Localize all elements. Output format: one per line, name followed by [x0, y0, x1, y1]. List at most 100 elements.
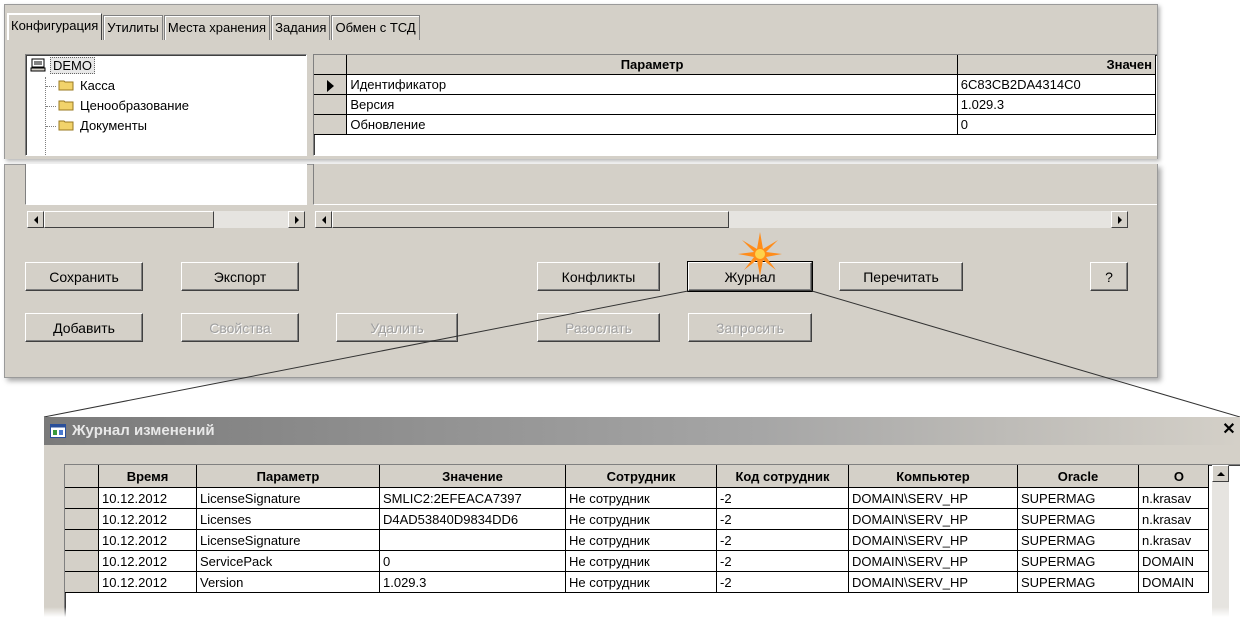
table-row[interactable]: 10.12.2012 LicenseSignature Не сотрудник…	[65, 529, 1209, 551]
cell-param[interactable]: LicenseSignature	[196, 529, 380, 551]
col-header-param[interactable]: Параметр	[346, 55, 958, 75]
properties-button[interactable]: Свойства	[181, 313, 299, 342]
journal-grid[interactable]: Время Параметр Значение Сотрудник Код со…	[64, 464, 1240, 617]
cell-computer[interactable]: DOMAIN\SERV_HP	[848, 508, 1018, 530]
send-button[interactable]: Разослать	[537, 313, 660, 342]
save-button[interactable]: Сохранить	[25, 262, 143, 291]
config-grid[interactable]: Параметр Значен Идентификатор 6C83CB2DA4…	[313, 54, 1157, 156]
scroll-thumb[interactable]	[44, 211, 214, 228]
tree-node-root[interactable]: DEMO	[30, 57, 95, 75]
cell-os-user[interactable]: DOMAIN	[1138, 571, 1209, 593]
cell-os-user[interactable]: n.krasav	[1138, 508, 1209, 530]
computer-icon	[30, 58, 46, 72]
cell-employee-code[interactable]: -2	[716, 571, 849, 593]
scroll-up-button[interactable]	[1212, 465, 1229, 482]
cell-time[interactable]: 10.12.2012	[98, 487, 197, 509]
tab-tsd-exchange[interactable]: Обмен с ТСД	[331, 15, 420, 40]
cell-employee[interactable]: Не сотрудник	[565, 508, 717, 530]
scroll-left-button[interactable]	[27, 211, 44, 228]
cell-oracle[interactable]: SUPERMAG	[1017, 487, 1139, 509]
arrow-left-icon	[321, 215, 326, 224]
col-header-time[interactable]: Время	[98, 465, 197, 488]
cell-param[interactable]: ServicePack	[196, 550, 380, 572]
cell-computer[interactable]: DOMAIN\SERV_HP	[848, 550, 1018, 572]
scroll-left-button[interactable]	[315, 211, 332, 228]
table-row[interactable]: Версия 1.029.3	[314, 94, 1157, 115]
cell-computer[interactable]: DOMAIN\SERV_HP	[848, 571, 1018, 593]
cell-employee[interactable]: Не сотрудник	[565, 550, 717, 572]
cell-employee[interactable]: Не сотрудник	[565, 529, 717, 551]
cell-os-user[interactable]: n.krasav	[1138, 529, 1209, 551]
add-button[interactable]: Добавить	[25, 313, 143, 342]
cell-employee[interactable]: Не сотрудник	[565, 487, 717, 509]
cell-os-user[interactable]: DOMAIN	[1138, 550, 1209, 572]
col-header-computer[interactable]: Компьютер	[848, 465, 1018, 488]
table-row[interactable]: Идентификатор 6C83CB2DA4314C0	[314, 74, 1157, 95]
tab-tasks[interactable]: Задания	[271, 15, 331, 40]
cell-value[interactable]: SMLIC2:2EFEACA7397	[379, 487, 566, 509]
col-header-os-user[interactable]: O	[1138, 465, 1209, 488]
cell-param[interactable]: Обновление	[346, 114, 958, 135]
cell-oracle[interactable]: SUPERMAG	[1017, 529, 1139, 551]
col-header-employee[interactable]: Сотрудник	[565, 465, 717, 488]
close-icon[interactable]: ✕	[1220, 421, 1238, 439]
reread-button[interactable]: Перечитать	[839, 262, 963, 291]
scroll-thumb[interactable]	[332, 211, 729, 228]
tree-hscrollbar[interactable]	[27, 211, 305, 228]
cell-value[interactable]: 6C83CB2DA4314C0	[956, 74, 1157, 95]
cell-value[interactable]	[379, 529, 566, 551]
grid-hscrollbar[interactable]	[315, 211, 1128, 228]
config-tree[interactable]: DEMO Касса Ценообразование Документы	[25, 54, 307, 156]
scroll-right-button[interactable]	[288, 211, 305, 228]
help-button[interactable]: ?	[1090, 262, 1128, 291]
cell-value[interactable]: 1.029.3	[379, 571, 566, 593]
cell-value[interactable]: 0	[956, 114, 1157, 135]
request-button[interactable]: Запросить	[688, 313, 812, 342]
cell-oracle[interactable]: SUPERMAG	[1017, 508, 1139, 530]
journal-window: Журнал изменений ✕ Время Параметр Значен…	[44, 417, 1240, 617]
cell-param[interactable]: Идентификатор	[346, 74, 958, 95]
cell-employee[interactable]: Не сотрудник	[565, 571, 717, 593]
cell-param[interactable]: Версия	[346, 94, 958, 115]
col-header-oracle[interactable]: Oracle	[1017, 465, 1139, 488]
table-row[interactable]: 10.12.2012 ServicePack 0 Не сотрудник -2…	[65, 550, 1209, 572]
cell-time[interactable]: 10.12.2012	[98, 571, 197, 593]
journal-vscrollbar[interactable]	[1212, 465, 1229, 617]
cell-time[interactable]: 10.12.2012	[98, 529, 197, 551]
cell-param[interactable]: Version	[196, 571, 380, 593]
delete-button[interactable]: Удалить	[336, 313, 458, 342]
cell-employee-code[interactable]: -2	[716, 550, 849, 572]
cell-oracle[interactable]: SUPERMAG	[1017, 550, 1139, 572]
tree-node-documents[interactable]: Документы	[58, 117, 149, 135]
col-header-employee-code[interactable]: Код сотрудник	[716, 465, 849, 488]
cell-employee-code[interactable]: -2	[716, 529, 849, 551]
tree-node-pricing[interactable]: Ценообразование	[58, 97, 191, 115]
conflicts-button[interactable]: Конфликты	[537, 262, 660, 291]
cell-employee-code[interactable]: -2	[716, 508, 849, 530]
scroll-right-button[interactable]	[1111, 211, 1128, 228]
tree-node-kassa[interactable]: Касса	[58, 77, 117, 95]
cell-oracle[interactable]: SUPERMAG	[1017, 571, 1139, 593]
table-row[interactable]: Обновление 0	[314, 114, 1157, 135]
cell-time[interactable]: 10.12.2012	[98, 508, 197, 530]
export-button[interactable]: Экспорт	[181, 262, 299, 291]
table-row[interactable]: 10.12.2012 Licenses D4AD53840D9834DD6 Не…	[65, 508, 1209, 530]
table-row[interactable]: 10.12.2012 Version 1.029.3 Не сотрудник …	[65, 571, 1209, 593]
cell-employee-code[interactable]: -2	[716, 487, 849, 509]
table-row[interactable]: 10.12.2012 LicenseSignature SMLIC2:2EFEA…	[65, 487, 1209, 509]
cell-os-user[interactable]: n.krasav	[1138, 487, 1209, 509]
cell-time[interactable]: 10.12.2012	[98, 550, 197, 572]
tab-utilities[interactable]: Утилиты	[103, 15, 163, 40]
cell-param[interactable]: Licenses	[196, 508, 380, 530]
cell-computer[interactable]: DOMAIN\SERV_HP	[848, 487, 1018, 509]
tab-configuration[interactable]: Конфигурация	[7, 13, 103, 40]
cell-computer[interactable]: DOMAIN\SERV_HP	[848, 529, 1018, 551]
cell-value[interactable]: D4AD53840D9834DD6	[379, 508, 566, 530]
cell-value[interactable]: 0	[379, 550, 566, 572]
col-header-param[interactable]: Параметр	[196, 465, 380, 488]
cell-value[interactable]: 1.029.3	[956, 94, 1157, 115]
col-header-value[interactable]: Значение	[379, 465, 566, 488]
tab-storage[interactable]: Места хранения	[163, 15, 271, 40]
col-header-value[interactable]: Значен	[956, 55, 1157, 75]
cell-param[interactable]: LicenseSignature	[196, 487, 380, 509]
